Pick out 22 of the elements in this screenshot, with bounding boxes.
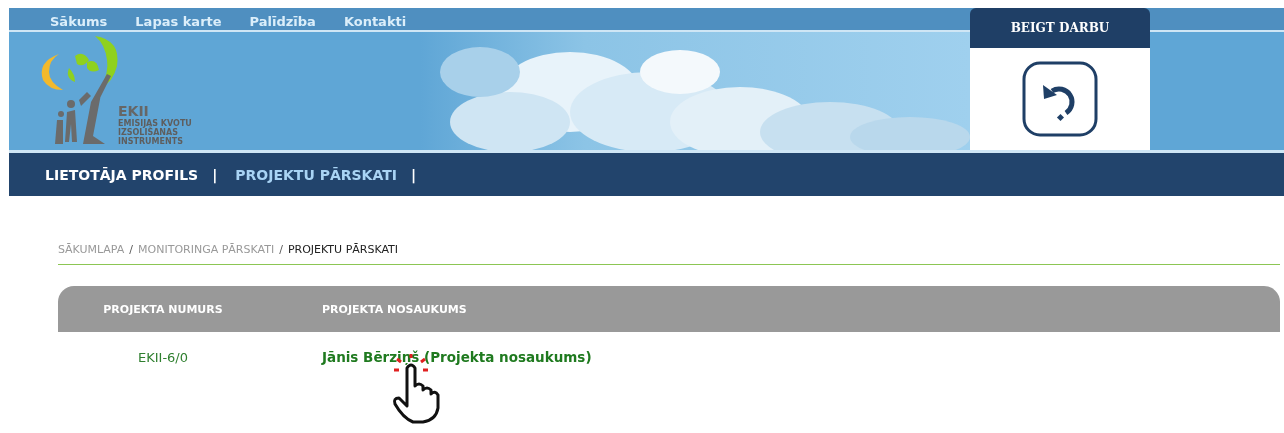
breadcrumb-link[interactable]: PROJEKTU PĀRSKATI [287,243,399,256]
undo-button[interactable] [1022,61,1098,137]
breadcrumb-separator: / [129,243,134,256]
breadcrumb-separator: / [279,243,283,256]
project-number: EKII-6/0 [137,349,189,365]
logo-title: EKII [118,104,150,119]
top-link[interactable]: Lapas karte [135,14,222,30]
nav-separator: | [410,166,417,183]
end-work-title: BEIGT DARBU [1010,21,1110,35]
top-link[interactable]: Palīdzība [249,14,316,30]
logo-subtitle: IZSOLIŠANAS [118,128,179,137]
logo-subtitle: EMISIJAS KVOTU [118,119,192,128]
top-link[interactable]: Kontakti [343,14,407,30]
logo-subtitle: INSTRUMENTS [118,137,184,146]
nav-link[interactable]: LIETOTĀJA PROFILS [45,166,199,183]
breadcrumb-link[interactable]: MONITORINGA PĀRSKATI [138,243,275,256]
nav-link[interactable]: PROJEKTU PĀRSKATI [235,166,397,183]
top-link[interactable]: Sākums [50,14,108,30]
column-header: PROJEKTA NOSAUKUMS [321,302,467,316]
breadcrumb-link[interactable]: SĀKUMLAPA [58,243,125,256]
column-header: PROJEKTA NUMURS [102,302,224,316]
nav-separator: | [212,166,218,183]
